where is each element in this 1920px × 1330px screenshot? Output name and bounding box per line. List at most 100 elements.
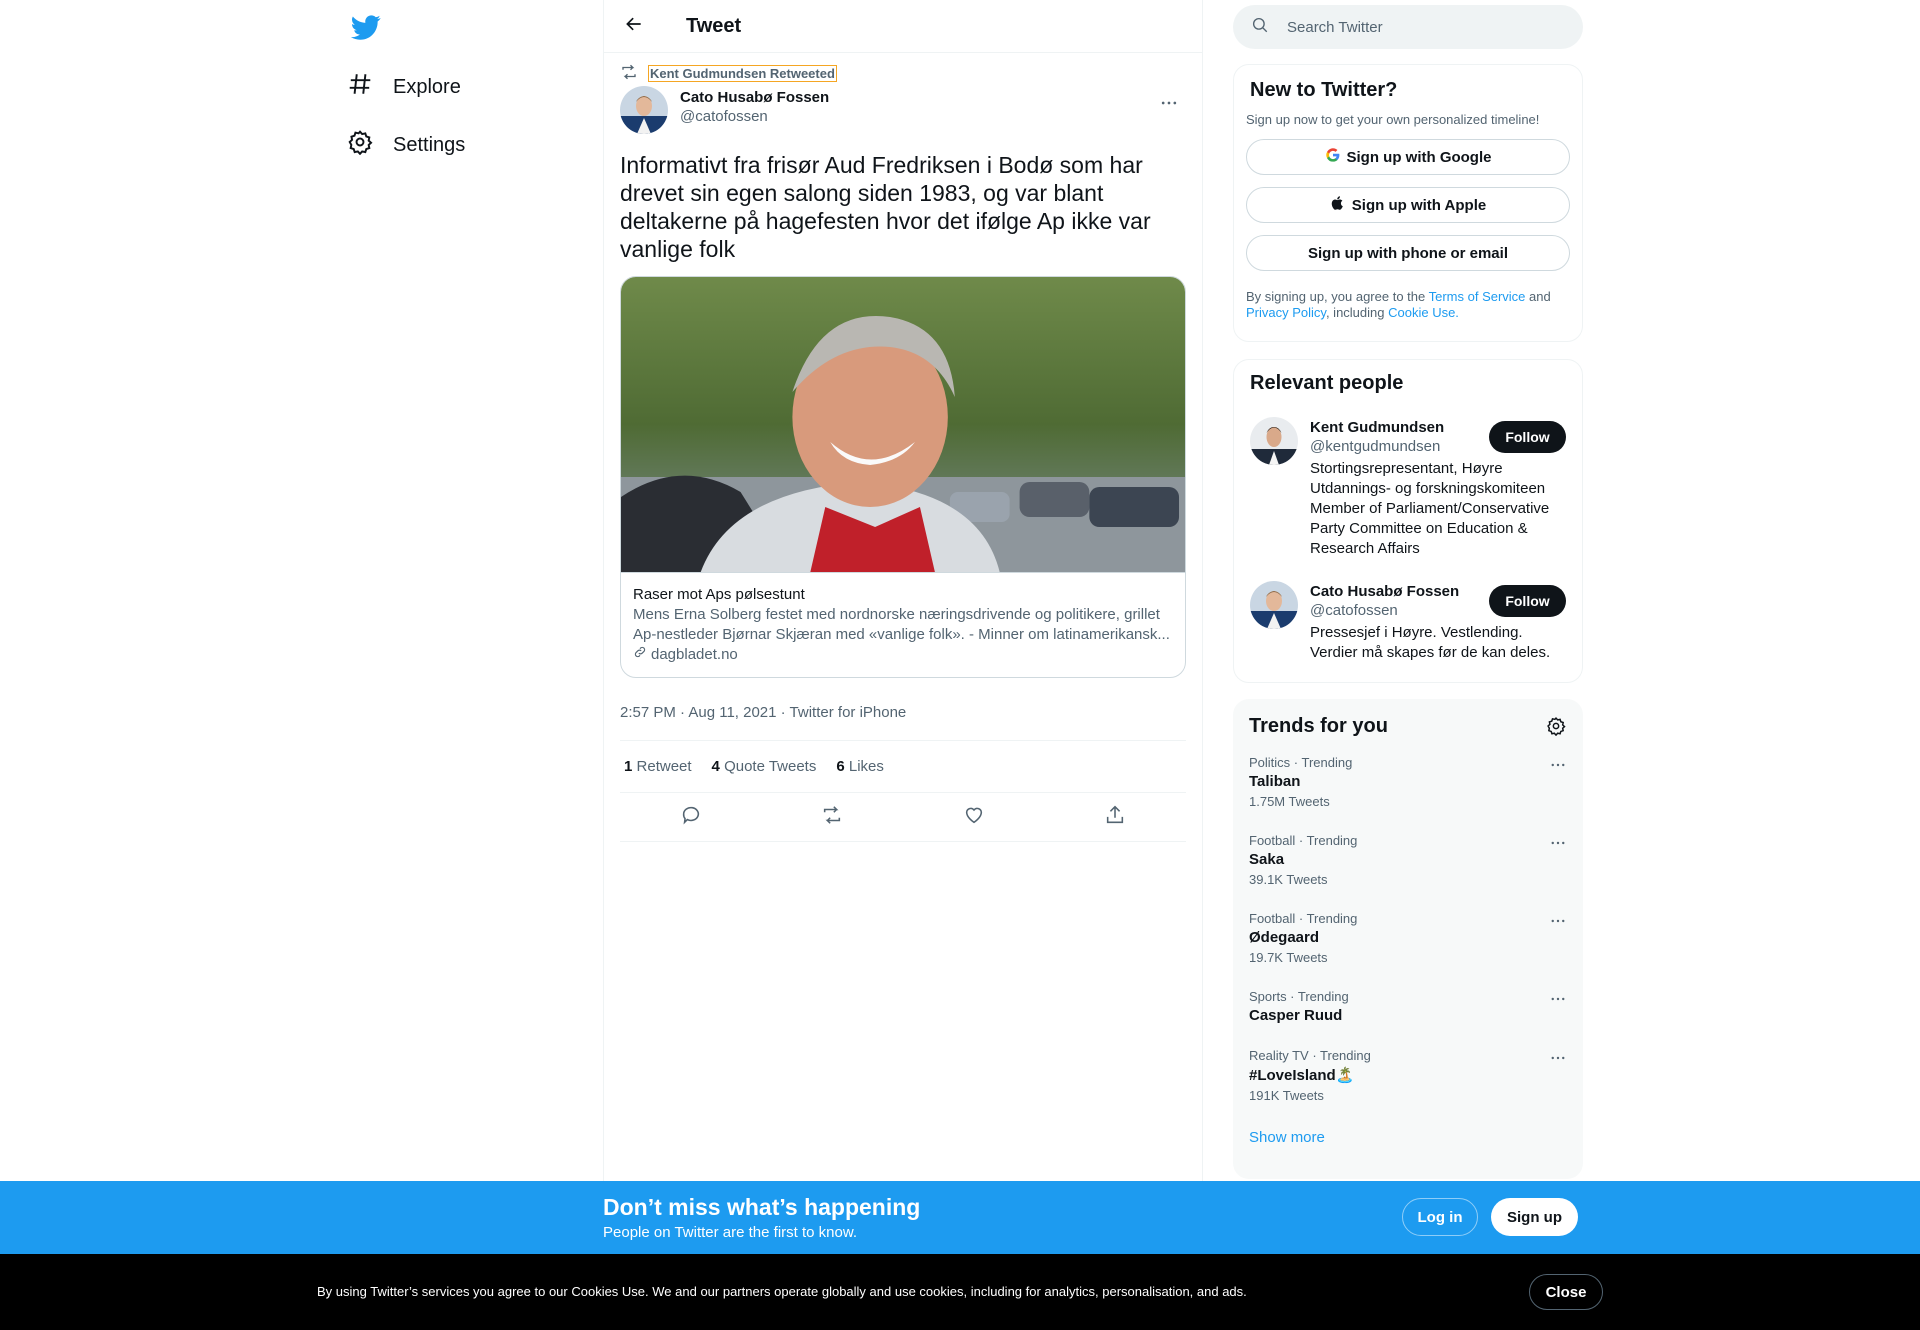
cookie-use-link[interactable]: Cookie Use.: [1388, 305, 1459, 320]
share-button[interactable]: [1096, 798, 1134, 836]
quote-tweets-count[interactable]: 4 Quote Tweets: [712, 758, 817, 775]
trend-more-button[interactable]: [1545, 1050, 1571, 1070]
banner-title: Don’t miss what’s happening: [603, 1194, 921, 1220]
trend-category: Football · Trending: [1249, 911, 1358, 926]
card-image: [621, 277, 1185, 572]
person-meta: Kent Gudmundsen @kentgudmundsen Storting…: [1310, 417, 1549, 559]
author-meta: Cato Husabø Fossen @catofossen: [680, 89, 829, 125]
relevant-people-panel: Relevant people Kent Gudmundsen @kentgud…: [1233, 359, 1583, 683]
card-domain: dagbladet.no: [633, 645, 1173, 665]
trend-category: Sports · Trending: [1249, 989, 1349, 1004]
more-dots-icon: [1549, 834, 1567, 857]
like-button[interactable]: [955, 798, 993, 836]
trend-item[interactable]: Politics · Trending Taliban 1.75M Tweets: [1249, 755, 1567, 809]
retweet-indicator: Kent Gudmundsen Retweeted: [620, 62, 1186, 84]
gear-icon[interactable]: [1545, 715, 1567, 737]
card-title: Raser mot Aps pølsestunt: [633, 586, 805, 603]
author-handle[interactable]: @catofossen: [680, 108, 829, 125]
stat-count: 4: [711, 758, 720, 775]
button-label: Sign up with Apple: [1351, 196, 1487, 214]
person-bio: Stortingsrepresentant, Høyre Utdannings-…: [1310, 460, 1550, 557]
trend-more-button[interactable]: [1545, 913, 1571, 933]
card-domain-text: dagbladet.no: [651, 646, 738, 663]
likes-count[interactable]: 6 Likes: [836, 758, 884, 775]
tweet-timestamp[interactable]: 2:57 PM · Aug 11, 2021 · Twitter for iPh…: [620, 704, 1186, 724]
stat-label: Quote Tweets: [724, 758, 817, 775]
retweet-count[interactable]: 1 Retweet: [624, 758, 692, 775]
trends-panel: Trends for you Politics · Trending Talib…: [1233, 699, 1583, 1179]
back-button[interactable]: [616, 8, 652, 44]
trend-more-button[interactable]: [1545, 991, 1571, 1011]
gear-icon: [347, 129, 373, 161]
arrow-left-icon: [624, 14, 644, 39]
person-handle[interactable]: @catofossen: [1310, 602, 1480, 619]
trend-count: 191K Tweets: [1249, 1088, 1324, 1103]
retweet-button[interactable]: [813, 798, 851, 836]
signup-phone-email-button[interactable]: Sign up with phone or email: [1246, 235, 1570, 271]
more-dots-icon: [1549, 912, 1567, 935]
signup-banner: Don’t miss what’s happening People on Tw…: [0, 1181, 1920, 1254]
retweet-icon: [821, 804, 843, 831]
terms-of-service-link[interactable]: Terms of Service: [1429, 289, 1526, 304]
tweet-stats: 1 Retweet 4 Quote Tweets 6 Likes: [620, 740, 1186, 793]
signup-button[interactable]: Sign up: [1491, 1198, 1578, 1236]
tweet-actions: [620, 793, 1186, 842]
retweeted-by-link[interactable]: Kent Gudmundsen Retweeted: [648, 64, 837, 82]
trend-item[interactable]: Reality TV · Trending #LoveIsland🏝️ 191K…: [1249, 1048, 1567, 1103]
twitter-bird-icon[interactable]: [350, 12, 381, 42]
card-body: Raser mot Aps pølsestunt Mens Erna Solbe…: [621, 572, 1185, 677]
search-input[interactable]: [1287, 18, 1547, 36]
tweet-text: Informativt fra frisør Aud Fredriksen i …: [620, 152, 1151, 262]
trend-item[interactable]: Sports · Trending Casper Ruud: [1249, 989, 1567, 1024]
author-name[interactable]: Cato Husabø Fossen: [680, 89, 829, 106]
reply-button[interactable]: [672, 798, 710, 836]
follow-button[interactable]: Follow: [1489, 585, 1566, 617]
search-bar[interactable]: [1233, 5, 1583, 49]
signup-google-button[interactable]: Sign up with Google: [1246, 139, 1570, 175]
avatar[interactable]: [620, 86, 668, 134]
close-button[interactable]: Close: [1529, 1274, 1603, 1310]
trend-item[interactable]: Football · Trending Ødegaard 19.7K Tweet…: [1249, 911, 1567, 965]
trend-count: 1.75M Tweets: [1249, 794, 1330, 809]
person-handle[interactable]: @kentgudmundsen: [1310, 438, 1480, 455]
avatar[interactable]: [1250, 417, 1298, 465]
nav-item-explore[interactable]: Explore: [347, 63, 461, 111]
trend-item[interactable]: Football · Trending Saka 39.1K Tweets: [1249, 833, 1567, 887]
link-card[interactable]: Raser mot Aps pølsestunt Mens Erna Solbe…: [620, 276, 1186, 678]
stat-label: Retweet: [636, 758, 692, 775]
more-dots-icon: [1549, 756, 1567, 779]
terms-including: , including: [1325, 305, 1389, 320]
login-button[interactable]: Log in: [1402, 1198, 1478, 1236]
person-name[interactable]: Kent Gudmundsen: [1310, 419, 1480, 436]
trend-count: 39.1K Tweets: [1249, 872, 1328, 887]
cookie-text: By using Twitter’s services you agree to…: [317, 1284, 1247, 1299]
nav-item-settings[interactable]: Settings: [347, 121, 465, 169]
retweet-icon: [620, 63, 648, 84]
stat-label: Likes: [848, 758, 884, 775]
show-more-link[interactable]: Show more: [1249, 1129, 1325, 1146]
more-options-button[interactable]: [1152, 88, 1186, 122]
panel-title: New to Twitter?: [1250, 79, 1398, 101]
person-item[interactable]: Kent Gudmundsen @kentgudmundsen Storting…: [1250, 417, 1566, 559]
avatar[interactable]: [1250, 581, 1298, 629]
person-item[interactable]: Cato Husabø Fossen @catofossen Pressesje…: [1250, 581, 1566, 663]
trend-more-button[interactable]: [1545, 835, 1571, 855]
nav-item-label: Settings: [393, 133, 466, 156]
privacy-policy-link[interactable]: Privacy Policy: [1246, 305, 1326, 320]
new-to-twitter-panel: New to Twitter? Sign up now to get your …: [1233, 64, 1583, 342]
search-icon: [1251, 16, 1269, 39]
terms-text: By signing up, you agree to the Terms of…: [1246, 289, 1570, 321]
panel-title: Trends for you: [1249, 714, 1388, 737]
page-title: Tweet: [686, 14, 742, 37]
person-meta: Cato Husabø Fossen @catofossen Pressesje…: [1310, 581, 1550, 663]
person-bio: Pressesjef i Høyre. Vestlending. Verdier…: [1310, 624, 1551, 661]
person-name[interactable]: Cato Husabø Fossen: [1310, 583, 1480, 600]
stat-count: 1: [624, 758, 633, 775]
follow-button[interactable]: Follow: [1489, 421, 1566, 453]
signup-apple-button[interactable]: Sign up with Apple: [1246, 187, 1570, 223]
stat-count: 6: [836, 758, 845, 775]
trend-name: #LoveIsland🏝️: [1249, 1067, 1355, 1084]
trend-more-button[interactable]: [1545, 757, 1571, 777]
trend-category: Reality TV · Trending: [1249, 1048, 1371, 1063]
trend-category: Politics · Trending: [1249, 755, 1353, 770]
